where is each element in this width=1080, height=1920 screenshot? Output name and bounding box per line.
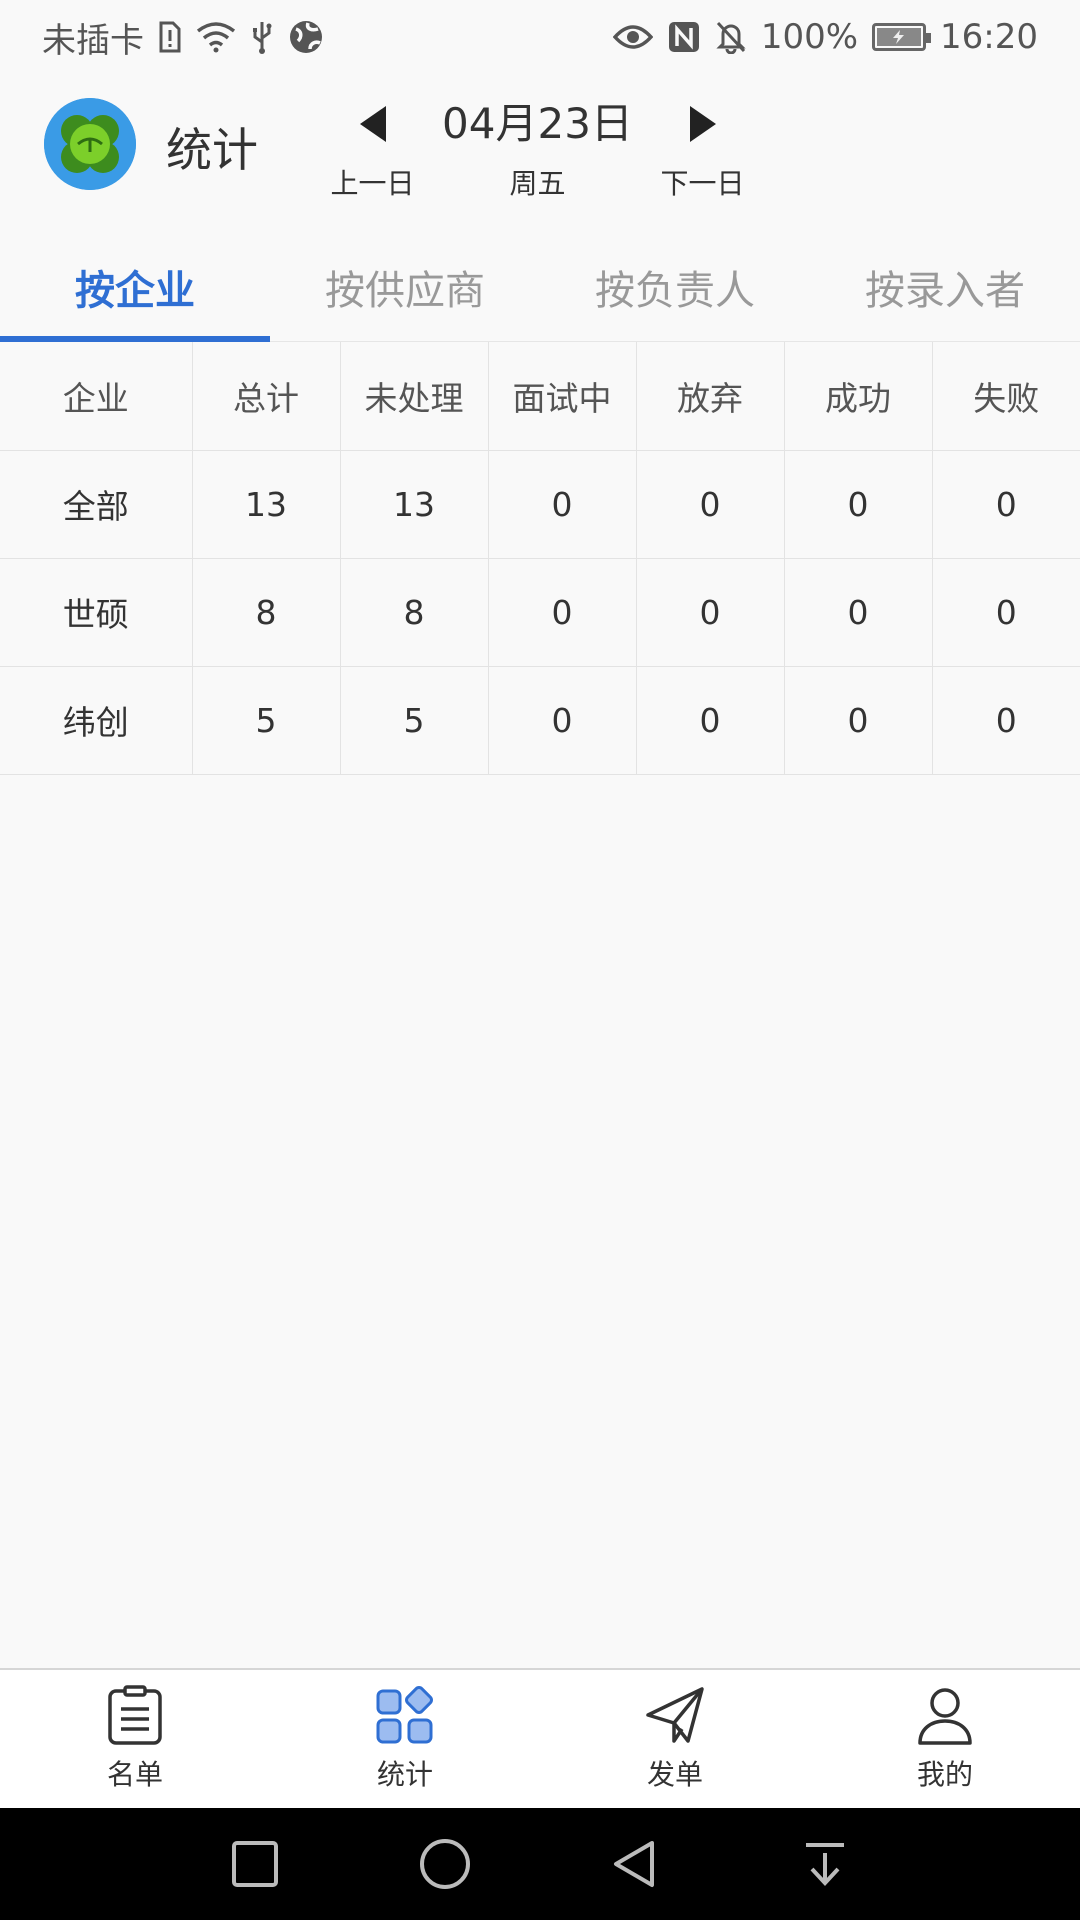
nav-label-list: 名单 [106, 1758, 163, 1791]
prev-day-button[interactable]: 上一日 [325, 94, 420, 210]
table-cell: 世硕 [0, 558, 193, 667]
status-bar-right: 100% 16:20 [612, 17, 1038, 57]
table-cell: 0 [932, 558, 1080, 667]
paper-plane-icon [646, 1687, 704, 1743]
stats-table: 企业 总计 未处理 面试中 放弃 成功 失败 全部 13 13 0 0 0 0 … [0, 342, 1080, 775]
next-day-button[interactable]: 下一日 [655, 94, 750, 210]
table-cell: 0 [636, 558, 785, 667]
current-date: 04月23日 [442, 99, 633, 148]
notification-drawer-button[interactable] [785, 1824, 865, 1904]
table-cell: 0 [784, 666, 933, 775]
grid-apps-icon [376, 1686, 433, 1744]
status-bar: 未插卡 100% 16:20 [0, 0, 1080, 74]
bottom-nav: 名单 统计 发单 我的 [0, 1668, 1080, 1808]
tab-by-supplier[interactable]: 按供应商 [270, 232, 540, 342]
triangle-back-icon [614, 1841, 654, 1887]
nav-label-dispatch: 发单 [646, 1758, 703, 1791]
table-cell: 0 [932, 450, 1080, 559]
table-cell: 13 [192, 450, 341, 559]
eye-comfort-icon [612, 23, 653, 51]
current-weekday: 周五 [509, 167, 566, 200]
carrier-text: 未插卡 [42, 20, 144, 61]
arrow-right-icon [688, 94, 718, 154]
table-cell: 0 [488, 450, 637, 559]
square-recents-icon [232, 1841, 278, 1887]
col-header: 失败 [932, 342, 1080, 451]
table-cell: 0 [488, 558, 637, 667]
next-day-label: 下一日 [660, 167, 745, 200]
circle-home-icon [420, 1839, 470, 1889]
clipboard-list-icon [108, 1685, 162, 1745]
clock-text: 16:20 [940, 17, 1038, 57]
nav-item-stats[interactable]: 统计 [270, 1670, 540, 1808]
table-cell: 0 [932, 666, 1080, 775]
prev-day-label: 上一日 [330, 167, 415, 200]
col-header: 面试中 [488, 342, 637, 451]
usb-icon [250, 20, 274, 54]
nav-item-mine[interactable]: 我的 [810, 1670, 1080, 1808]
vpn-globe-icon [288, 19, 324, 55]
col-header: 成功 [784, 342, 933, 451]
table-cell: 全部 [0, 450, 193, 559]
tab-by-enterprise[interactable]: 按企业 [0, 232, 270, 342]
clover-logo-icon [44, 98, 136, 190]
sim-alert-icon [158, 21, 182, 53]
battery-percent: 100% [760, 17, 859, 57]
table-row[interactable]: 世硕 8 8 0 0 0 0 [0, 558, 1080, 667]
nav-label-mine: 我的 [916, 1758, 973, 1791]
table-cell: 0 [488, 666, 637, 775]
app-header: 统计 上一日 04月23日 周五 下一日 [0, 74, 1080, 224]
table-cell: 5 [340, 666, 489, 775]
col-header: 总计 [192, 342, 341, 451]
table-cell: 0 [636, 450, 785, 559]
date-display: 04月23日 周五 [420, 94, 655, 210]
app-logo[interactable] [44, 98, 136, 190]
table-cell: 8 [192, 558, 341, 667]
table-cell: 0 [636, 666, 785, 775]
battery-icon [872, 23, 932, 51]
tab-by-entrant[interactable]: 按录入者 [810, 232, 1080, 342]
table-cell: 0 [784, 558, 933, 667]
table-cell: 5 [192, 666, 341, 775]
nav-item-list[interactable]: 名单 [0, 1670, 270, 1808]
stats-tabs: 按企业 按供应商 按负责人 按录入者 [0, 232, 1080, 342]
col-header: 企业 [0, 342, 193, 451]
table-cell: 13 [340, 450, 489, 559]
home-button[interactable] [405, 1824, 485, 1904]
arrow-left-icon [358, 94, 388, 154]
user-icon [918, 1688, 972, 1745]
table-header-row: 企业 总计 未处理 面试中 放弃 成功 失败 [0, 342, 1080, 451]
nav-label-stats: 统计 [376, 1758, 433, 1791]
col-header: 放弃 [636, 342, 785, 451]
recents-button[interactable] [215, 1824, 295, 1904]
tab-by-manager[interactable]: 按负责人 [540, 232, 810, 342]
table-cell: 0 [784, 450, 933, 559]
status-bar-left: 未插卡 [42, 13, 324, 62]
nav-item-dispatch[interactable]: 发单 [540, 1670, 810, 1808]
back-button[interactable] [595, 1824, 675, 1904]
table-cell: 8 [340, 558, 489, 667]
table-row[interactable]: 纬创 5 5 0 0 0 0 [0, 666, 1080, 775]
nfc-icon [667, 20, 701, 54]
mute-bell-icon [715, 20, 747, 54]
col-header: 未处理 [340, 342, 489, 451]
arrow-down-drawer-icon [806, 1843, 844, 1886]
table-cell: 纬创 [0, 666, 193, 775]
table-row[interactable]: 全部 13 13 0 0 0 0 [0, 450, 1080, 559]
page-title: 统计 [166, 123, 258, 177]
wifi-icon [196, 21, 236, 53]
system-nav-bar [0, 1808, 1080, 1920]
